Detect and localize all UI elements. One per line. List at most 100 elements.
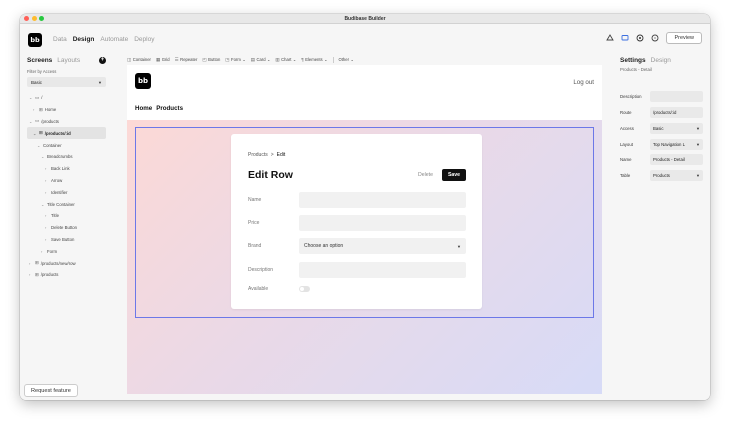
feedback-icon[interactable] [621, 34, 629, 42]
tree-item-label: Back Link [51, 166, 70, 172]
chevron-right-icon[interactable]: › [29, 272, 33, 277]
folder-icon: ▭ [35, 118, 40, 124]
tree-item[interactable]: › ⊞/products/new/row [27, 257, 106, 269]
setting-name-input[interactable]: Products - Detail [650, 154, 703, 165]
name-input[interactable] [299, 192, 466, 208]
chevron-down-icon[interactable]: ⌄ [33, 131, 37, 136]
preview-button[interactable]: Preview [666, 32, 702, 44]
brand-select[interactable]: Choose an option ▼ [299, 238, 466, 254]
nav-data[interactable]: Data [53, 36, 67, 43]
tree-item[interactable]: ⌄ ▭ / [27, 92, 106, 104]
theme-icon[interactable] [606, 34, 615, 42]
form-icon: ◳ [225, 56, 230, 62]
tree-item-label: Home [44, 107, 57, 113]
tree-item-label: /products/new/row [40, 260, 76, 266]
toolbar-divider [332, 56, 334, 63]
setting-table-select[interactable]: Products ▼ [650, 170, 703, 181]
repeater-icon: ☰ [174, 56, 179, 62]
tab-settings[interactable]: Settings [620, 57, 646, 64]
edit-row-card: Products > Edit Edit Row Delete Save Nam… [231, 134, 482, 309]
toolbar-elements-button[interactable]: ¶ Elements ⌄ [301, 57, 327, 62]
chevron-down-icon: ▼ [98, 79, 102, 85]
chevron-right-icon[interactable]: › [45, 213, 49, 218]
chevron-right-icon[interactable]: › [41, 249, 45, 254]
description-input[interactable] [299, 262, 466, 278]
chevron-down-icon[interactable]: ⌄ [29, 119, 33, 124]
chevron-right-icon[interactable]: › [45, 178, 49, 183]
setting-description-input[interactable] [650, 91, 703, 102]
nav-automate[interactable]: Automate [100, 36, 128, 43]
tree-item[interactable]: › Back Link [27, 163, 106, 175]
delete-button[interactable]: Delete [418, 172, 433, 178]
nav-deploy[interactable]: Deploy [134, 36, 154, 43]
card-title: Edit Row [248, 169, 293, 181]
setting-row-route: Route/products/:id [620, 107, 703, 118]
setting-route-input[interactable]: /products/:id [650, 107, 703, 118]
tree-item[interactable]: › ⊞ Home [27, 104, 106, 116]
chart-icon: ▥ [275, 56, 280, 62]
toolbar-grid-button[interactable]: ▦ Grid [156, 57, 170, 63]
tree-item[interactable]: › Save Button [27, 234, 106, 246]
chevron-right-icon[interactable]: › [45, 166, 49, 171]
nav-link-home[interactable]: Home [135, 105, 152, 112]
toolbar-button-button[interactable]: ◰ Button [202, 57, 220, 63]
price-input[interactable] [299, 215, 466, 231]
setting-label: Layout [620, 142, 633, 147]
available-toggle[interactable] [299, 286, 310, 292]
nav-link-products[interactable]: Products [156, 105, 183, 112]
chevron-down-icon[interactable]: ⌄ [41, 154, 45, 159]
settings-tabs: Settings Design [620, 55, 703, 66]
chevron-down-icon[interactable]: ⌄ [29, 95, 33, 100]
chevron-down-icon: ▼ [696, 142, 700, 147]
toolbar-label: Container [132, 57, 151, 62]
right-settings-panel: Settings Design Products - Detail Descri… [613, 55, 710, 400]
toolbar-repeater-button[interactable]: ☰ Repeater [175, 57, 198, 63]
tree-item[interactable]: › Identifier [27, 186, 106, 198]
content-area: Products > Edit Edit Row Delete Save Nam… [127, 120, 602, 394]
setting-access-select[interactable]: Basic ▼ [650, 123, 703, 134]
tree-item[interactable]: ⌄ Title Container [27, 198, 106, 210]
request-feature-button[interactable]: Request feature [24, 384, 78, 397]
chevron-right-icon[interactable]: › [29, 261, 33, 266]
chevron-right-icon[interactable]: › [45, 237, 49, 242]
chevron-right-icon[interactable]: › [45, 225, 49, 230]
setting-layout-select[interactable]: Top Navigation L ▼ [650, 139, 703, 150]
tree-item[interactable]: › Delete Button [27, 222, 106, 234]
tree-item[interactable]: ⌄ ⊞/products/:id [27, 127, 106, 140]
toolbar-form-button[interactable]: ◳ Form ⌄ [225, 57, 245, 63]
tree-item[interactable]: › Arrow [27, 175, 106, 187]
help-icon[interactable] [651, 34, 659, 42]
tab-design[interactable]: Design [651, 57, 671, 64]
toolbar-label: Elements [305, 57, 323, 62]
tree-item[interactable]: › Title [27, 210, 106, 222]
toolbar-other-button[interactable]: Other ⌄ [339, 57, 354, 62]
chevron-down-icon[interactable]: ⌄ [41, 202, 45, 207]
tree-item[interactable]: ⌄ ▭/products [27, 116, 106, 128]
toolbar-container-button[interactable]: ◫ Container [127, 57, 151, 63]
toolbar-label: Grid [161, 57, 170, 62]
screen-tree: ⌄ ▭ / › ⊞ Home ⌄ ▭/products ⌄ ⊞/products/:id ⌄ Cont… [27, 92, 106, 281]
chevron-right-icon[interactable]: › [33, 107, 37, 112]
tree-item[interactable]: ⌄ Breadcrumbs [27, 151, 106, 163]
nav-design[interactable]: Design [73, 36, 95, 43]
save-button[interactable]: Save [442, 169, 466, 181]
tab-screens[interactable]: Screens [27, 57, 52, 64]
tab-layouts[interactable]: Layouts [57, 57, 80, 64]
chevron-down-icon: ⌄ [324, 57, 328, 62]
chevron-down-icon: ⌄ [292, 57, 297, 62]
chevron-right-icon[interactable]: › [45, 190, 49, 195]
budibase-logo[interactable]: bb [28, 32, 42, 47]
github-icon[interactable] [636, 34, 644, 42]
access-filter-select[interactable]: Basic ▼ [27, 77, 106, 87]
tree-item[interactable]: ⌄ Container [27, 139, 106, 151]
chevron-down-icon[interactable]: ⌄ [37, 143, 41, 148]
toolbar-chart-button[interactable]: ▥ Chart ⌄ [275, 57, 296, 63]
breadcrumb-back-link[interactable]: Products [248, 152, 268, 158]
tree-item[interactable]: › ⊞/products [27, 269, 106, 281]
filter-label: Filter by Access [27, 69, 57, 74]
setting-row-access: Access Basic ▼ [620, 123, 703, 134]
tree-item[interactable]: › Form [27, 245, 106, 257]
add-screen-icon[interactable]: + [99, 57, 106, 64]
logout-link[interactable]: Log out [573, 79, 594, 86]
toolbar-card-button[interactable]: ▤ Card ⌄ [251, 57, 271, 63]
